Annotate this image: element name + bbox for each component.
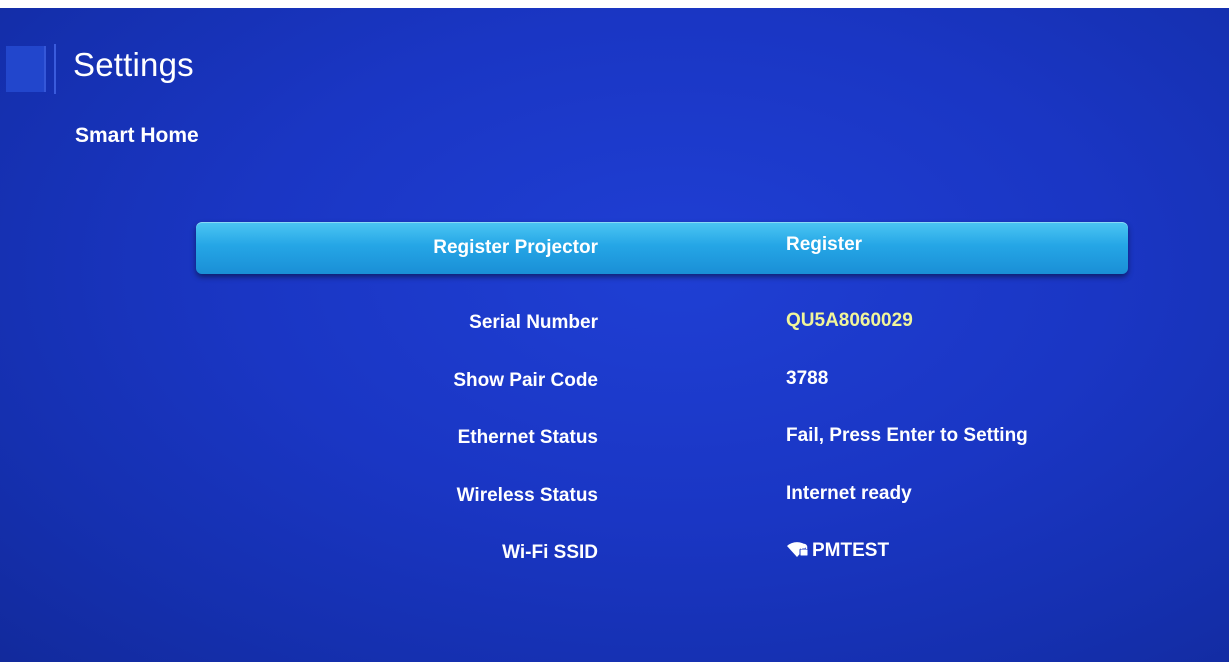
- row-value: Fail, Press Enter to Setting: [786, 425, 1028, 446]
- row-label: Register Projector: [433, 237, 598, 258]
- row-value: Internet ready: [786, 483, 912, 504]
- row-label: Wi-Fi SSID: [502, 542, 598, 563]
- row-label: Show Pair Code: [453, 370, 598, 391]
- settings-list: Register Projector Register Serial Numbe…: [0, 8, 1229, 662]
- wifi-lock-icon: [787, 542, 809, 557]
- row-label: Ethernet Status: [457, 427, 598, 448]
- row-serial-number[interactable]: Serial Number QU5A8060029: [196, 298, 1128, 350]
- row-label: Serial Number: [469, 312, 598, 333]
- row-show-pair-code[interactable]: Show Pair Code 3788: [196, 356, 1128, 408]
- row-wifi-ssid[interactable]: Wi-Fi SSID PMTEST: [196, 528, 1128, 580]
- row-value: Register: [786, 234, 863, 255]
- settings-screen: Settings Smart Home Register Projector R…: [0, 8, 1229, 662]
- row-value: 3788: [786, 368, 829, 389]
- row-label: Wireless Status: [456, 485, 598, 506]
- row-ethernet-status[interactable]: Ethernet Status Fail, Press Enter to Set…: [196, 413, 1128, 465]
- row-register-projector[interactable]: Register Projector Register: [196, 222, 1128, 274]
- wifi-ssid-text: PMTEST: [812, 540, 890, 561]
- row-value: PMTEST: [786, 540, 889, 562]
- row-value: QU5A8060029: [786, 310, 913, 331]
- row-wireless-status[interactable]: Wireless Status Internet ready: [196, 471, 1128, 523]
